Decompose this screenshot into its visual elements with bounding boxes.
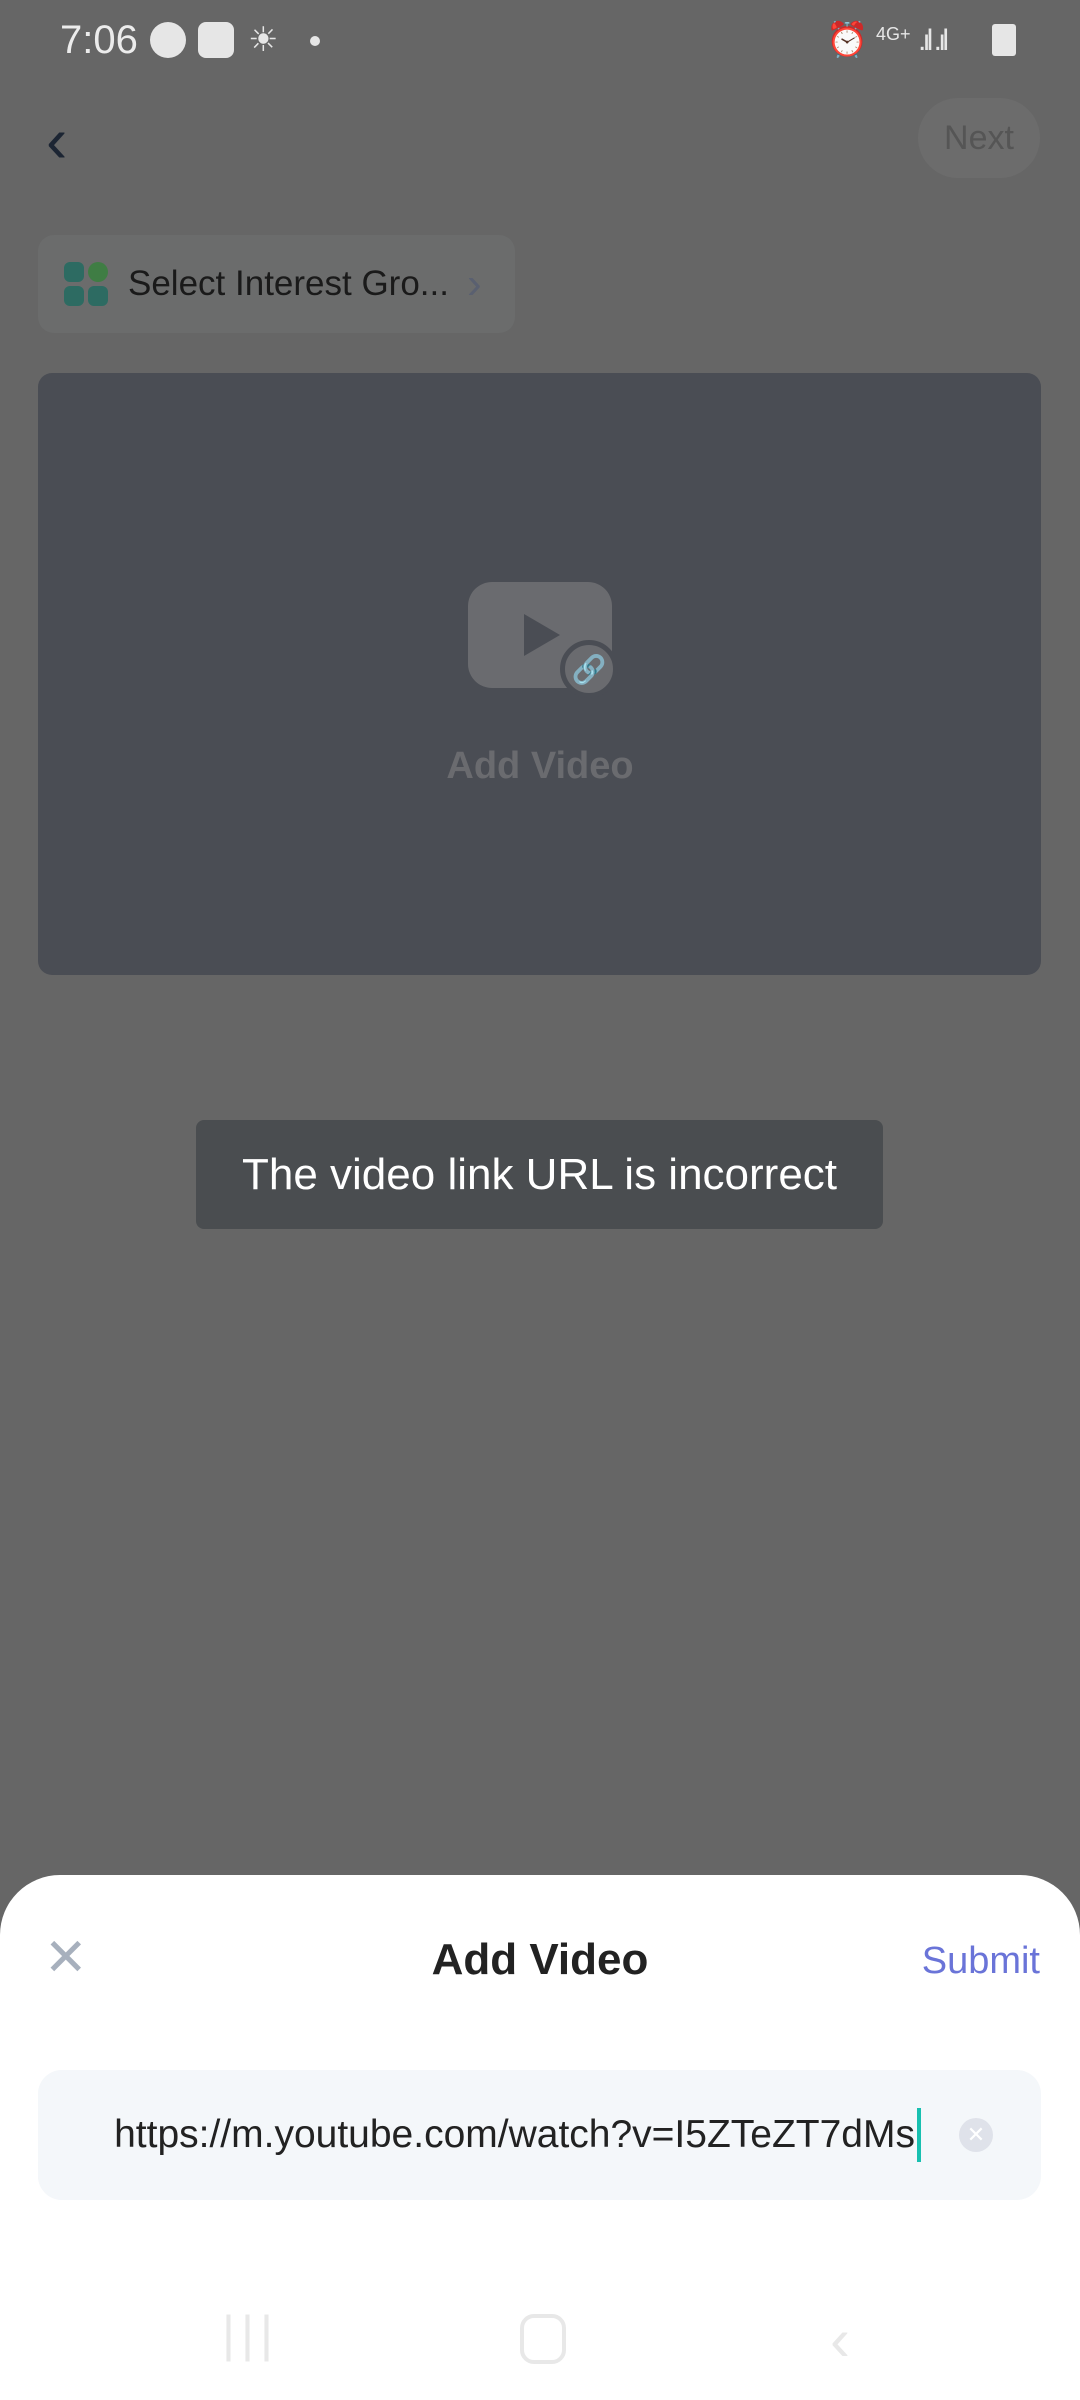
video-url-input[interactable]: https://m.youtube.com/watch?v=I5ZTeZT7dM… [38,2070,1041,2200]
grid-icon [64,262,108,306]
status-time: 7:06 [60,18,138,62]
dot-icon [310,36,320,46]
select-interest-group[interactable]: Select Interest Gro... › [38,235,515,333]
error-toast: The video link URL is incorrect [196,1120,883,1229]
status-bar: 7:06 ☀ ⏰ 4G+ .ıl .ıl [0,0,1080,80]
network-type: 4G+ [876,24,911,44]
sheet-title: Add Video [431,1935,649,1984]
home-icon[interactable] [520,2314,566,2364]
battery-icon [992,24,1016,56]
messenger-icon [150,22,186,58]
back-button[interactable]: ‹ [46,108,67,172]
recents-icon[interactable]: ||| [222,2305,279,2363]
app-icon [198,22,234,58]
back-icon[interactable]: ‹ [830,2305,850,2374]
clear-input-icon[interactable]: ✕ [959,2118,993,2152]
weather-icon: ☀ [248,21,279,59]
interest-group-label: Select Interest Gro... [128,264,449,303]
link-icon: 🔗 [560,640,618,698]
video-url-value[interactable]: https://m.youtube.com/watch?v=I5ZTeZT7dM… [114,2108,921,2162]
submit-button[interactable]: Submit [922,1940,1040,1983]
signal-icon: .ıl .ıl [918,24,949,57]
chevron-right-icon: › [466,259,482,308]
next-button[interactable]: Next [918,98,1040,178]
alarm-icon: ⏰ [826,21,869,59]
add-video-label: Add Video [446,745,634,787]
